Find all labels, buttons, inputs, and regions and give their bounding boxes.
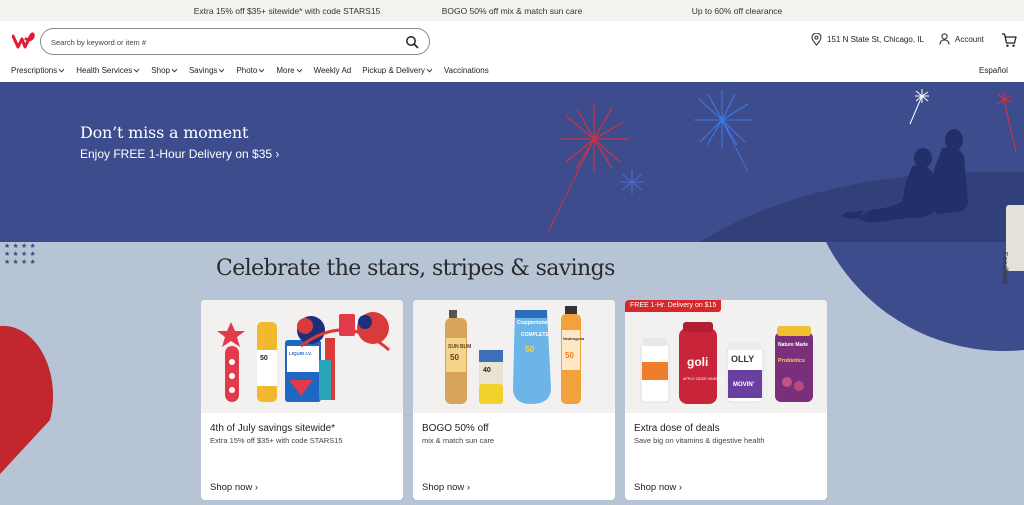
hero-banner[interactable]: Don’t miss a moment Enjoy FREE 1-Hour De…	[0, 82, 1024, 242]
vitamins-products-image: goli APPLE CIDER VINEGAR OLLY MOVIN' Nat…	[640, 322, 813, 404]
olly-sub-label: MOVIN'	[733, 382, 755, 388]
liquid-iv-label: LIQUID I.V.	[289, 351, 312, 356]
nav-item-label: Health Services	[76, 66, 133, 75]
chevron-down-icon	[258, 68, 265, 73]
coppertone-spf-label: 50	[525, 345, 534, 354]
nav-item-pickup-delivery[interactable]: Pickup & Delivery	[362, 66, 433, 75]
promo-card-july[interactable]: 50 LIQUID I.V. 4th of July savings sitew…	[201, 300, 403, 500]
card-image: 50 LIQUID I.V.	[201, 300, 403, 413]
card-title: Extra dose of deals	[634, 423, 720, 434]
store-location-label: 151 N State St, Chicago, IL	[827, 35, 924, 44]
promo-bar: Extra 15% off $35+ sitewide* with code S…	[0, 0, 1024, 21]
firework-red	[547, 104, 629, 233]
hero-title: Don’t miss a moment	[80, 123, 249, 142]
promo-card-vitamins[interactable]: goli APPLE CIDER VINEGAR OLLY MOVIN' Nat…	[625, 300, 827, 500]
feedback-label: Feedback	[1001, 252, 1010, 285]
search-bar	[40, 28, 430, 55]
nav-item-label: More	[276, 66, 295, 75]
nav-item-label: Vaccinations	[443, 66, 489, 75]
neutrogena-spf-label: 50	[565, 351, 574, 360]
cart-icon[interactable]	[1001, 32, 1017, 48]
nav-item-label: Photo	[236, 66, 258, 75]
shop-now-link[interactable]: Shop now ›	[422, 482, 470, 493]
person-icon	[939, 33, 950, 45]
nav-item-label: Shop	[151, 66, 170, 75]
svg-text:★ ★ ★ ★: ★ ★ ★ ★	[4, 242, 36, 250]
small-spf-label: 40	[483, 367, 491, 374]
walgreens-logo-icon[interactable]	[12, 32, 36, 50]
sun-bum-label: SUN BUM	[448, 344, 471, 350]
nav-item-vaccinations[interactable]: Vaccinations	[444, 66, 489, 75]
goli-sub-label: APPLE CIDER VINEGAR	[683, 377, 724, 381]
card-title: BOGO 50% off	[422, 423, 489, 434]
nav-item-label: Savings	[188, 66, 218, 75]
nav-item-photo[interactable]: Photo	[236, 66, 265, 75]
card-subtitle: Extra 15% off $35+ with code STARS15	[210, 436, 343, 445]
coppertone-label: Coppertone	[517, 320, 548, 326]
nav-item-health-services[interactable]: Health Services	[76, 66, 140, 75]
section-title: Celebrate the stars, stripes & savings	[216, 256, 615, 281]
sun-bum-spf-label: 50	[450, 353, 459, 362]
firework-small-blue	[620, 170, 644, 194]
search-input[interactable]	[51, 34, 391, 50]
olly-label: OLLY	[731, 354, 754, 364]
hero-delivery-link[interactable]: Enjoy FREE 1-Hour Delivery on $35 ›	[80, 147, 279, 161]
suncare-products-image: SUN BUM 50 40 Coppertone COMPLETE 50 Neu…	[445, 306, 585, 404]
card-image: SUN BUM 50 40 Coppertone COMPLETE 50 Neu…	[413, 300, 615, 413]
promo-card-suncare[interactable]: SUN BUM 50 40 Coppertone COMPLETE 50 Neu…	[413, 300, 615, 500]
chevron-down-icon	[219, 68, 225, 73]
chevron-down-icon	[58, 68, 65, 73]
chevron-down-icon	[171, 68, 178, 73]
chevron-down-icon	[426, 68, 433, 73]
nav-item-savings[interactable]: Savings	[189, 66, 225, 75]
nav-item-label: Prescriptions	[11, 66, 58, 75]
chevron-down-icon	[296, 68, 302, 73]
card-title: 4th of July savings sitewide*	[210, 423, 336, 434]
site-header: 151 N State St, Chicago, IL Account Pres…	[0, 21, 1024, 82]
july-products-image: 50 LIQUID I.V.	[217, 312, 390, 402]
card-subtitle: mix & match sun care	[422, 436, 495, 445]
shop-now-link[interactable]: Shop now ›	[210, 482, 258, 493]
probiotics-label: Probiotics	[778, 358, 805, 364]
promo-item[interactable]: Extra 15% off $35+ sitewide* with code S…	[192, 6, 382, 16]
nav-item-weekly-ad[interactable]: Weekly Ad	[314, 66, 352, 75]
search-icon[interactable]	[405, 35, 419, 49]
fireworks-illustration	[547, 89, 1024, 242]
neutrogena-label: Neutrogena	[563, 337, 585, 341]
promo-item[interactable]: BOGO 50% off mix & match sun care	[382, 6, 642, 16]
nav-item-label: Pickup & Delivery	[362, 66, 425, 75]
natures-made-label: Nature Made	[778, 342, 808, 348]
firework-blue	[694, 90, 752, 173]
delivery-badge: FREE 1-Hr. Delivery on $15	[625, 300, 722, 312]
main-nav: Prescriptions Health Services Shop Savings P…	[11, 66, 500, 75]
account-label: Account	[955, 34, 984, 44]
shop-now-link[interactable]: Shop now ›	[634, 482, 682, 493]
svg-text:★ ★ ★ ★: ★ ★ ★ ★	[4, 258, 36, 266]
card-image: goli APPLE CIDER VINEGAR OLLY MOVIN' Nat…	[625, 300, 827, 413]
nav-item-label: Weekly Ad	[313, 66, 352, 75]
nav-item-more[interactable]: More	[276, 66, 302, 75]
card-subtitle: Save big on vitamins & digestive health	[634, 436, 765, 445]
language-toggle[interactable]: Español	[979, 66, 1008, 75]
nav-item-prescriptions[interactable]: Prescriptions	[11, 66, 65, 75]
promo-item[interactable]: Up to 60% off clearance	[642, 6, 832, 16]
feedback-tab[interactable]: Feedback	[1001, 205, 1024, 285]
coppertone-sub-label: COMPLETE	[521, 332, 549, 338]
sunscreen-spf-label: 50	[260, 355, 268, 362]
nav-item-shop[interactable]: Shop	[151, 66, 178, 75]
firework-red-small	[996, 92, 1017, 153]
account-link[interactable]: Account	[939, 33, 984, 45]
stars-pattern: ★ ★ ★ ★ ★ ★ ★ ★ ★ ★ ★ ★	[4, 242, 36, 266]
firework-white	[909, 89, 929, 125]
svg-text:★ ★ ★ ★: ★ ★ ★ ★	[4, 250, 36, 258]
chevron-down-icon	[133, 68, 140, 73]
location-pin-icon	[811, 33, 822, 46]
store-location[interactable]: 151 N State St, Chicago, IL	[811, 33, 924, 46]
goli-label: goli	[687, 355, 708, 369]
